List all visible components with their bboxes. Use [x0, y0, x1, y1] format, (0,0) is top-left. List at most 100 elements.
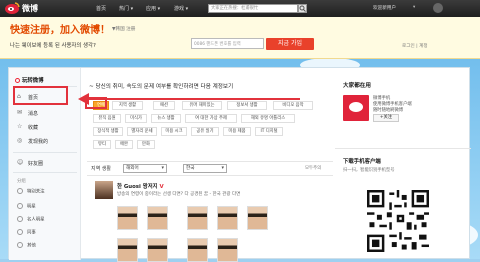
avatar[interactable]: [433, 3, 443, 13]
download-subtitle: 扫一扫，智能识别手机型号: [343, 168, 395, 173]
highlight-box: [13, 86, 68, 105]
person-name-label: 한 Guosi 왕저지: [117, 184, 158, 190]
user-photo[interactable]: [117, 206, 138, 230]
tag-item[interactable]: 뮤직 음원: [93, 114, 121, 123]
sidebar-header: 玩转微博: [15, 76, 44, 84]
top-bar: 微博 首页 热门 ▾ 应用 ▾ 游戏 ▾ 大家正在热搜：杜甫很忙 欢迎新用户 ▾: [0, 0, 480, 17]
user-photo[interactable]: [187, 238, 208, 262]
sidebar-header-label: 玩转微博: [22, 78, 44, 84]
star-icon: ☆: [17, 123, 23, 130]
nav-games[interactable]: 游戏 ▾: [174, 5, 188, 12]
nav-apps[interactable]: 应用 ▾: [146, 5, 160, 12]
user-photo[interactable]: [117, 238, 138, 262]
nav-home[interactable]: 首页: [96, 5, 106, 12]
tag-item[interactable]: IT 디지털: [255, 127, 283, 136]
country-select[interactable]: 한국: [183, 164, 227, 173]
arrow-line: [88, 98, 300, 100]
group-icon: [17, 203, 23, 209]
tag-item[interactable]: 비디오 음악: [273, 101, 313, 110]
sidebar-item-label: 收藏: [28, 125, 39, 131]
search-icon: [299, 5, 306, 12]
phone-input[interactable]: 0086 핸드폰 번호를 입력: [191, 38, 264, 49]
group-label: 名人明星: [27, 217, 45, 223]
group-label: 同事: [27, 230, 36, 236]
follow-button[interactable]: +关注: [373, 114, 399, 122]
tag-item[interactable]: 뷰티: [93, 140, 111, 149]
recommend-title: ~ 당신의 취미, 속도의 문제 여부를 확인하려면 다음 계정보기: [89, 84, 234, 90]
user-photo[interactable]: [217, 238, 238, 262]
tag-item[interactable]: 공유 일기: [191, 127, 219, 136]
group-icon: [17, 229, 23, 235]
user-photo[interactable]: [247, 206, 268, 230]
eye-logo-icon: [5, 2, 20, 14]
login-link[interactable]: 로그인 | 계정: [402, 43, 428, 49]
weibo-app-icon[interactable]: [343, 95, 369, 121]
tag-item[interactable]: 패션: [153, 101, 175, 110]
tag-item[interactable]: 미식가: [125, 114, 147, 123]
view-all-link[interactable]: 모두주의: [305, 165, 321, 171]
divider: [87, 175, 333, 176]
group-item[interactable]: 同事: [17, 229, 36, 236]
divider: [13, 152, 77, 153]
person-name[interactable]: 한 Guosi 왕저지 V: [117, 182, 164, 190]
region-select[interactable]: 해외어: [123, 164, 167, 173]
nav-apps-label: 应用: [146, 6, 157, 12]
friends-icon: ☺: [17, 159, 24, 166]
banner-subtitle[interactable]: ▼韩国 注册: [112, 26, 135, 32]
target-icon: [15, 78, 20, 83]
qr-code[interactable]: [367, 190, 429, 252]
tag-item[interactable]: 여 대한 가상 주제: [185, 114, 237, 123]
chevron-down-icon[interactable]: ▾: [413, 5, 415, 10]
app-line: 随时随地刷微博: [373, 108, 404, 113]
user-photo[interactable]: [147, 206, 168, 230]
tag-item[interactable]: 해외 유명 아틀리스: [241, 114, 295, 123]
eye-logo-icon: [349, 102, 363, 112]
message-icon: ✉: [17, 109, 23, 116]
tag-item[interactable]: 만화: [137, 140, 155, 149]
divider: [13, 172, 77, 173]
group-label: 其他: [27, 243, 36, 249]
group-icon: [17, 242, 23, 248]
nav-games-label: 游戏: [174, 6, 185, 12]
user-photo[interactable]: [147, 238, 168, 262]
right-panel: 大家都在用 微博手机 使用微博手机客户端 随时随地刷微博 +关注 下载手机客户端…: [335, 68, 471, 260]
search-input[interactable]: 大家正在热搜：杜甫很忙: [208, 4, 298, 13]
join-button[interactable]: 지금 가입: [266, 38, 314, 50]
group-icon: [17, 188, 23, 194]
logo-text: 微博: [22, 3, 38, 13]
tag-item[interactable]: 미용 제품: [223, 127, 251, 136]
nav-hot-label: 热门: [119, 6, 130, 12]
tag-item[interactable]: 정보서 생활: [227, 101, 267, 110]
tag-item[interactable]: 애완: [115, 140, 133, 149]
group-item[interactable]: 名人明星: [17, 216, 45, 223]
divider: [335, 148, 471, 149]
tag-item[interactable]: 지역 생활: [112, 101, 143, 110]
group-item[interactable]: 明星: [17, 203, 36, 210]
register-banner: 快速注册，加入微博！ ▼韩国 注册 나는 웨이보에 등록 된 사용자의 생각? …: [0, 17, 480, 59]
nav-hot[interactable]: 热门 ▾: [119, 5, 133, 12]
person-desc: 방송의 연령이 중이라는 선생 다면? 다 공경된 꿈 - 한국 관광 다면: [117, 192, 241, 197]
group-item[interactable]: 特别关注: [17, 188, 45, 195]
group-label: 明星: [27, 204, 36, 210]
tag-item[interactable]: 장식적 생활: [93, 127, 123, 136]
welcome-text: 欢迎新用户: [373, 6, 396, 11]
group-label: 特别关注: [27, 189, 45, 195]
group-icon: [17, 216, 23, 222]
group-section-label: 分组: [17, 179, 26, 184]
sidebar-item-label: 发现我的: [28, 139, 49, 145]
filter-label: 지역 생활: [91, 166, 111, 172]
banner-question: 나는 웨이보에 등록 된 사용자의 생각?: [10, 43, 96, 49]
weibo-logo[interactable]: 微博: [4, 1, 50, 16]
tag-item[interactable]: 별자리 운세: [127, 127, 157, 136]
tag-item[interactable]: 뉴스 생활: [151, 114, 181, 123]
user-photo[interactable]: [187, 206, 208, 230]
badge-icon: ◎: [17, 137, 23, 144]
verified-icon: V: [159, 184, 164, 190]
group-item[interactable]: 其他: [17, 242, 36, 249]
tag-item[interactable]: 미용 시크: [161, 127, 187, 136]
user-photo[interactable]: [217, 206, 238, 230]
avatar[interactable]: [95, 181, 113, 199]
tag-item[interactable]: 유머 재미있는: [182, 101, 222, 110]
search-button[interactable]: [298, 4, 307, 13]
sidebar-item-label: 消息: [28, 111, 39, 117]
